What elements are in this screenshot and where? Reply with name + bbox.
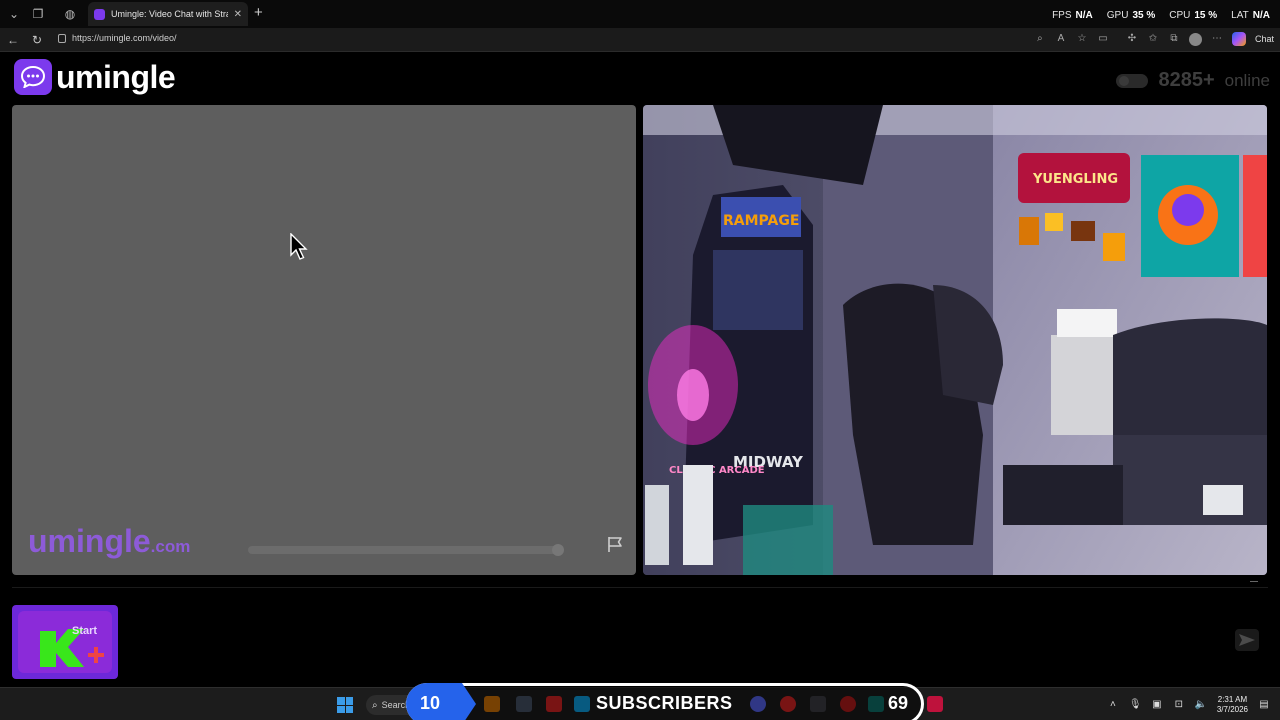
online-indicator: 8285+ online <box>1116 69 1270 92</box>
address-bar: ← ↻ https://umingle.com/video/ ⌕ A ☆ ▭ ✣… <box>0 28 1280 52</box>
chat-message-input[interactable] <box>128 609 1228 675</box>
extensions-icon[interactable]: ✣ <box>1126 32 1138 46</box>
favorite-star-icon[interactable]: ☆ <box>1076 32 1088 46</box>
tab-close-icon[interactable]: ✕ <box>234 9 242 20</box>
back-arrow-icon[interactable]: ← <box>5 32 21 48</box>
umingle-logo-icon[interactable] <box>14 59 52 95</box>
minimize-chat-icon[interactable] <box>1250 581 1258 582</box>
notifications-icon[interactable]: ▤ <box>1258 699 1270 711</box>
new-tab-button[interactable]: + <box>254 4 268 22</box>
windows-start-icon[interactable] <box>337 697 353 713</box>
zoom-icon[interactable]: ⌕ <box>1034 32 1046 46</box>
section-divider <box>12 587 1268 588</box>
stat-gpu: GPU 35 % <box>1106 10 1156 21</box>
subscribers-label: SUBSCRIBERS <box>596 693 733 713</box>
volume-icon[interactable]: 🔈 <box>1195 699 1207 711</box>
partner-video-feed: RAMPAGE MIDWAY CLASSIC ARCADE YUENGLING <box>643 105 1267 575</box>
copilot-icon[interactable] <box>1231 32 1246 46</box>
start-overlay-graphic <box>18 611 112 673</box>
stat-fps: FPS N/A <box>1052 10 1093 21</box>
self-video-panel: umingle.com <box>12 105 636 575</box>
mouse-cursor-icon <box>290 233 308 260</box>
taskbar-clock[interactable]: 2:31 AM 3/7/2026 <box>1217 695 1248 715</box>
start-label: Start <box>72 625 98 637</box>
collections-icon[interactable]: ⧉ <box>1168 32 1180 46</box>
refresh-icon[interactable]: ↻ <box>29 32 45 48</box>
slider-knob[interactable] <box>552 544 564 556</box>
tab-title: Umingle: Video Chat with Stra <box>111 9 228 19</box>
browser-tab-bar: ⌄ ❐ ◍ Umingle: Video Chat with Stra ✕ + … <box>0 0 1280 28</box>
favorites-bar-icon[interactable]: ✩ <box>1147 32 1159 46</box>
more-options-icon[interactable]: ⋯ <box>1211 32 1223 46</box>
start-button[interactable]: Start <box>12 605 118 679</box>
globe-tab-icon[interactable]: ◍ <box>62 6 78 22</box>
tray-app-icon[interactable]: ▣ <box>1151 699 1163 711</box>
lock-icon[interactable] <box>58 34 66 43</box>
online-label: online <box>1224 70 1270 90</box>
read-aloud-icon[interactable]: A <box>1055 32 1067 46</box>
tab-actions-chevron-icon[interactable]: ⌄ <box>6 6 22 22</box>
volume-slider[interactable] <box>248 544 564 556</box>
system-tray: ˄ 🎙 ▣ ⊡ 🔈 2:31 AM 3/7/2026 ▤ <box>1107 688 1270 720</box>
umingle-page: umingle 8285+ online umingle.com RAMPAGE… <box>0 53 1280 687</box>
taskbar-app-active-icon[interactable] <box>927 696 943 712</box>
url-field[interactable]: https://umingle.com/video/ <box>72 33 177 43</box>
send-icon[interactable] <box>1234 628 1260 652</box>
video-watermark: umingle.com <box>28 523 191 559</box>
microphone-icon[interactable]: 🎙 <box>1129 699 1142 711</box>
clock-time: 2:31 AM <box>1217 694 1248 704</box>
umingle-favicon-icon <box>94 8 105 20</box>
tray-chevron-icon[interactable]: ˄ <box>1107 699 1119 711</box>
workspaces-icon[interactable]: ❐ <box>30 6 46 22</box>
partner-video-panel: RAMPAGE MIDWAY CLASSIC ARCADE YUENGLING <box>643 105 1267 575</box>
subscriber-goal-right: 69 <box>888 693 909 713</box>
stat-lat: LAT N/A <box>1231 10 1270 21</box>
search-icon: ⌕ <box>372 699 378 711</box>
subscriber-count-left: 10 <box>419 693 441 713</box>
network-icon[interactable]: ⊡ <box>1173 699 1185 711</box>
clock-date: 3/7/2026 <box>1216 704 1248 714</box>
site-logo-text[interactable]: umingle <box>56 59 176 96</box>
rampage-marquee: RAMPAGE <box>723 213 799 229</box>
tab-umingle[interactable]: Umingle: Video Chat with Stra ✕ <box>88 2 248 26</box>
report-flag-icon[interactable] <box>606 535 624 553</box>
video-popout-icon[interactable]: ▭ <box>1097 32 1109 46</box>
online-count: 8285+ <box>1158 69 1215 91</box>
performance-overlay: FPS N/A GPU 35 % CPU 15 % LAT N/A <box>1052 10 1270 21</box>
theme-toggle[interactable] <box>1116 73 1149 88</box>
chat-button[interactable]: Chat <box>1255 34 1274 44</box>
browser-toolbar: ⌕ A ☆ ▭ ✣ ✩ ⧉ ⋯ Chat <box>1034 32 1274 46</box>
profile-avatar-icon[interactable] <box>1188 32 1202 46</box>
yuengling-sign-text: YUENGLING <box>1032 172 1118 187</box>
stat-cpu: CPU 15 % <box>1169 10 1218 21</box>
